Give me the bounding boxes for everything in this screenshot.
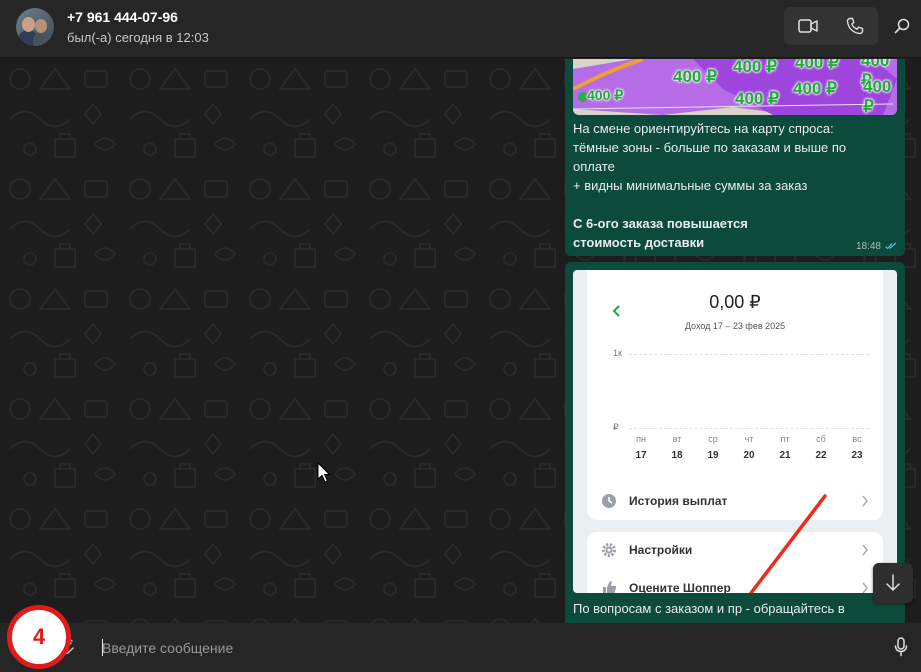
read-ticks-icon — [885, 242, 897, 250]
message-line-bold: стоимость доставки — [573, 235, 705, 250]
message-line-bold: С 6-ого заказа повышается — [573, 216, 748, 231]
contact-name[interactable]: +7 961 444-07-96 — [67, 9, 178, 25]
microphone-icon[interactable] — [894, 637, 908, 657]
message-input[interactable] — [102, 634, 862, 662]
map-price-label: 400 ₽ — [863, 77, 892, 115]
demand-map-image[interactable]: 400 ₽ 400 ₽ 400 ₽ 400 ₽ 400 ₽ 400 ₽ 400 … — [573, 59, 897, 115]
mouse-cursor-icon — [317, 462, 331, 483]
search-button[interactable] — [890, 14, 914, 38]
message-line: оплате — [573, 159, 615, 174]
text-caret — [102, 639, 103, 656]
map-price-label: 400 ₽ — [735, 89, 779, 108]
red-arrow-annotation — [749, 494, 827, 593]
map-price-label: 400 ₽ — [587, 87, 624, 103]
search-icon — [894, 18, 910, 34]
message-bubble[interactable]: 400 ₽ 400 ₽ 400 ₽ 400 ₽ 400 ₽ 400 ₽ 400 … — [565, 59, 905, 256]
call-buttons — [784, 7, 878, 45]
app-screenshot-image[interactable]: 0,00 ₽ Доход 17 – 23 фев 2025 1к ₽ пн вт… — [573, 270, 897, 593]
message-time: 18:48 — [855, 241, 881, 252]
map-price-label: 400 ₽ — [793, 79, 837, 98]
chat-area[interactable]: 400 ₽ 400 ₽ 400 ₽ 400 ₽ 400 ₽ 400 ₽ 400 … — [0, 59, 921, 623]
video-call-icon — [797, 19, 818, 33]
message-line: + видны минимальные суммы за заказ — [573, 178, 808, 193]
message-line: На смене ориентируйтесь на карту спроса: — [573, 121, 834, 136]
last-seen-status: был(-а) сегодня в 12:03 — [67, 30, 209, 45]
scroll-to-bottom-button[interactable] — [873, 563, 913, 603]
arrow-down-icon — [886, 574, 900, 591]
chat-header: +7 961 444-07-96 был(-а) сегодня в 12:03 — [0, 0, 921, 58]
map-price-label: 400 ₽ — [673, 67, 717, 86]
message-text: На смене ориентируйтесь на карту спроса:… — [573, 119, 893, 252]
message-bubble[interactable]: 0,00 ₽ Доход 17 – 23 фев 2025 1к ₽ пн вт… — [565, 262, 905, 623]
message-text: По вопросам с заказом и пр - обращайтесь… — [573, 601, 845, 616]
voice-call-button[interactable] — [831, 7, 878, 45]
step-number-badge: 4 — [7, 605, 71, 669]
avatar[interactable] — [16, 8, 54, 46]
message-line: тёмные зоны - больше по заказам и выше п… — [573, 140, 847, 155]
map-price-label: 400 ₽ — [795, 59, 839, 72]
video-call-button[interactable] — [784, 7, 831, 45]
map-price-label: 400 ₽ — [733, 59, 777, 76]
voice-call-icon — [846, 17, 863, 35]
message-composer — [0, 623, 921, 672]
